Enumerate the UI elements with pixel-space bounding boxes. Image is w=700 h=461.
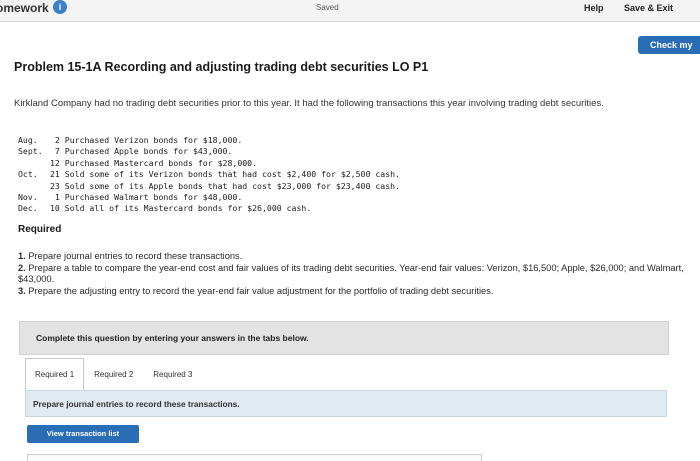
transaction-row: Sept. 7 Purchased Apple bonds for $43,00… <box>18 146 400 157</box>
required-item-text: Prepare the adjusting entry to record th… <box>25 285 494 296</box>
required-list: 1. Prepare journal entries to record the… <box>18 251 690 297</box>
required-item: 2. Prepare a table to compare the year-e… <box>18 263 690 286</box>
view-transaction-list-button[interactable]: View transaction list <box>27 425 139 443</box>
transaction-text: 21 Sold some of its Verizon bonds that h… <box>50 169 400 180</box>
required-item: 3. Prepare the adjusting entry to record… <box>18 286 690 298</box>
transaction-month: Sept. <box>18 146 43 157</box>
transaction-row: Dec. 10 Sold all of its Mastercard bonds … <box>18 203 400 214</box>
transaction-month: Dec. <box>18 203 38 214</box>
tab-panel-text: Prepare journal entries to record these … <box>33 399 240 409</box>
transaction-text: 10 Sold all of its Mastercard bonds for … <box>50 203 312 214</box>
required-item-number: 3. <box>18 285 26 296</box>
instruction-text: Complete this question by entering your … <box>36 333 309 343</box>
tab-required-3[interactable]: Required 3 <box>143 358 202 390</box>
required-item-number: 2. <box>18 262 26 273</box>
transaction-text: 23 Sold some of its Apple bonds that had… <box>50 180 400 191</box>
required-item-text: Prepare journal entries to record these … <box>25 251 243 261</box>
transaction-month: Oct. <box>18 169 38 180</box>
transaction-row: Aug. 2 Purchased Verizon bonds for $18,0… <box>18 135 400 146</box>
transaction-row: Oct. 21 Sold some of its Verizon bonds th… <box>18 169 400 180</box>
transaction-row: 23 Sold some of its Apple bonds that had… <box>18 181 400 192</box>
required-item: 1. Prepare journal entries to record the… <box>18 251 690 263</box>
transaction-month <box>18 181 50 192</box>
tab-required-1[interactable]: Required 1 <box>25 358 85 391</box>
save-exit-button[interactable]: Save & Exit <box>624 3 673 13</box>
required-tabs: Required 1 Required 2 Required 3 <box>25 358 202 391</box>
help-button[interactable]: Help <box>584 3 604 13</box>
transaction-month <box>18 158 50 169</box>
transaction-text: 7 Purchased Apple bonds for $43,000. <box>50 146 233 157</box>
app-title: omework <box>0 1 49 15</box>
instruction-box: Complete this question by entering your … <box>19 321 669 355</box>
transaction-month: Aug. <box>18 135 38 145</box>
required-heading: Required <box>18 224 62 235</box>
tab-panel-header: Prepare journal entries to record these … <box>25 390 667 417</box>
problem-title: Problem 15-1A Recording and adjusting tr… <box>14 60 429 74</box>
transaction-row: Nov. 1 Purchased Walmart bonds for $48,0… <box>18 192 400 203</box>
transaction-row: 12 Purchased Mastercard bonds for $28,00… <box>18 158 400 169</box>
check-my-work-button[interactable]: Check my <box>638 36 700 54</box>
info-icon[interactable]: i <box>53 0 67 14</box>
tab-required-2[interactable]: Required 2 <box>84 358 143 390</box>
problem-intro: Kirkland Company had no trading debt sec… <box>14 98 604 109</box>
saved-status: Saved <box>316 3 339 12</box>
transaction-text: 1 Purchased Walmart bonds for $48,000. <box>50 192 243 203</box>
transaction-list: Aug. 2 Purchased Verizon bonds for $18,0… <box>18 135 400 215</box>
transaction-month: Nov. <box>18 192 38 203</box>
required-item-text: Prepare a table to compare the year-end … <box>18 262 684 285</box>
required-item-number: 1. <box>18 251 26 261</box>
top-bar: omework i Saved Help Save & Exit <box>0 0 700 22</box>
transaction-text: 12 Purchased Mastercard bonds for $28,00… <box>50 157 258 168</box>
journal-table-edge <box>27 454 482 461</box>
transaction-text: 2 Purchased Verizon bonds for $18,000. <box>50 135 243 145</box>
